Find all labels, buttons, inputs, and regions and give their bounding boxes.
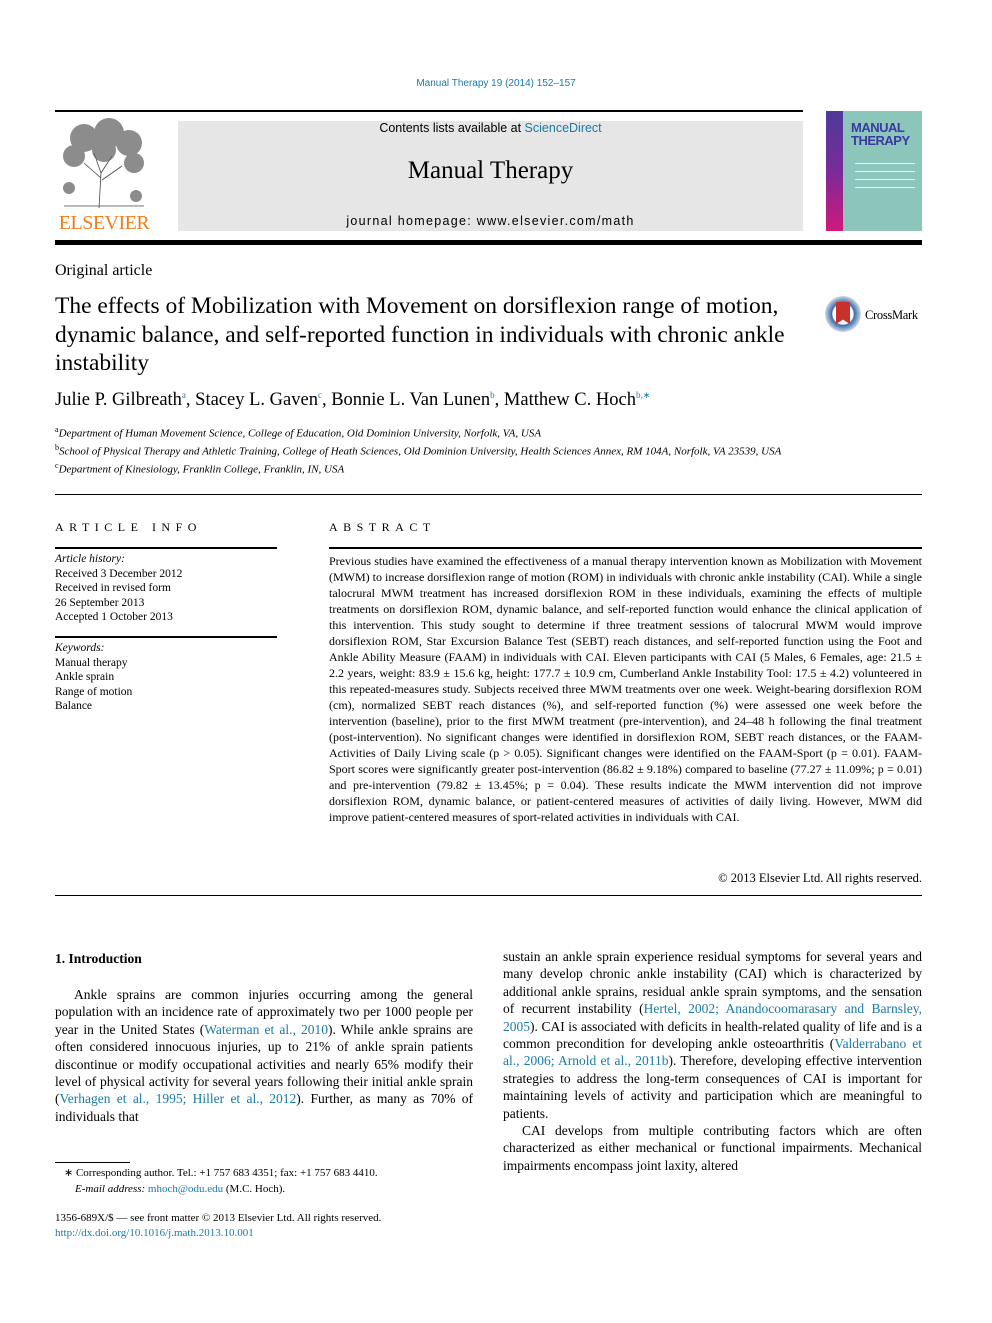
- journal-citation-link[interactable]: Manual Therapy 19 (2014) 152–157: [0, 78, 992, 89]
- elsevier-tree-icon: [54, 118, 154, 210]
- author-separator: ,: [185, 390, 196, 411]
- citation-link[interactable]: Verhagen et al., 1995; Hiller et al., 20…: [60, 1091, 297, 1106]
- paragraph: sustain an ankle sprain experience resid…: [503, 948, 922, 1122]
- cover-strip: [826, 111, 843, 231]
- author-list: Julie P. Gilbreatha, Stacey L. Gavenc, B…: [55, 390, 650, 411]
- contents-line: Contents lists available at ScienceDirec…: [178, 121, 803, 135]
- affiliation: aDepartment of Human Movement Science, C…: [55, 423, 815, 441]
- affiliations: aDepartment of Human Movement Science, C…: [55, 423, 815, 477]
- paragraph: CAI develops from multiple contributing …: [503, 1123, 922, 1173]
- cover-title-line: THERAPY: [851, 133, 910, 148]
- section-heading-introduction: 1. Introduction: [55, 951, 142, 966]
- keyword: Manual therapy: [55, 656, 128, 669]
- crossmark-label: CrossMark: [865, 308, 918, 322]
- abstract-heading: ABSTRACT: [329, 520, 436, 534]
- body-column-right: sustain an ankle sprain experience resid…: [503, 948, 922, 1174]
- author-name: Julie P. Gilbreath: [55, 390, 182, 411]
- affiliation: bSchool of Physical Therapy and Athletic…: [55, 441, 815, 459]
- author-name: Matthew C. Hoch: [503, 390, 636, 411]
- cover-line: [855, 187, 915, 188]
- affiliation-text: Department of Human Movement Science, Co…: [58, 427, 542, 440]
- keywords-label: Keywords:: [55, 642, 105, 654]
- affiliation-text: Department of Kinesiology, Franklin Coll…: [58, 463, 345, 476]
- email-link[interactable]: mhoch@odu.edu: [148, 1183, 223, 1195]
- issn-line: 1356-689X/$ — see front matter © 2013 El…: [55, 1212, 382, 1224]
- keyword: Ankle sprain: [55, 671, 115, 683]
- affiliation: cDepartment of Kinesiology, Franklin Col…: [55, 459, 815, 477]
- header-thick-rule: [55, 240, 922, 245]
- divider: [55, 636, 277, 638]
- journal-homepage-link[interactable]: journal homepage: www.elsevier.com/math: [178, 214, 803, 228]
- divider: [55, 547, 277, 549]
- history-item: Accepted 1 October 2013: [55, 611, 173, 623]
- footnote-line: E-mail address: mhoch@odu.edu (M.C. Hoch…: [55, 1181, 378, 1197]
- email-suffix: (M.C. Hoch).: [223, 1183, 286, 1195]
- history-label: Article history:: [55, 553, 125, 565]
- author-name: Stacey L. Gaven: [195, 390, 318, 411]
- abstract-copyright: © 2013 Elsevier Ltd. All rights reserved…: [718, 871, 922, 885]
- body-column-left: Ankle sprains are common injuries occurr…: [55, 986, 473, 1125]
- citation-link[interactable]: Waterman et al., 2010: [204, 1022, 328, 1037]
- keyword: Range of motion: [55, 685, 133, 698]
- cover-line: [855, 163, 915, 164]
- paragraph: Ankle sprains are common injuries occurr…: [55, 986, 473, 1125]
- history-item: 26 September 2013: [55, 596, 145, 609]
- doi-link[interactable]: http://dx.doi.org/10.1016/j.math.2013.10…: [55, 1226, 381, 1241]
- footnote-marker: ∗: [64, 1167, 74, 1179]
- elsevier-logo[interactable]: ELSEVIER: [52, 118, 156, 234]
- footnote-rule: [55, 1162, 130, 1163]
- keyword: Balance: [55, 700, 93, 712]
- author-affiliation-link[interactable]: b,∗: [636, 390, 650, 400]
- elsevier-wordmark: ELSEVIER: [58, 212, 150, 234]
- article-title: The effects of Mobilization with Movemen…: [55, 293, 785, 376]
- corresponding-author-footnote: ∗ Corresponding author. Tel.: +1 757 683…: [55, 1165, 378, 1197]
- history-item: Received 3 December 2012: [55, 567, 183, 580]
- email-label: E-mail address:: [75, 1183, 146, 1195]
- cover-title: MANUAL THERAPY: [851, 121, 910, 147]
- divider: [55, 494, 922, 495]
- article-type: Original article: [55, 262, 153, 279]
- journal-name: Manual Therapy: [407, 157, 574, 184]
- history-item: Received in revised form: [55, 582, 171, 594]
- divider: [329, 547, 922, 549]
- header-rule: [55, 110, 803, 112]
- article-history: Article history: Received 3 December 201…: [55, 552, 182, 625]
- author-name: Bonnie L. Van Lunen: [331, 390, 491, 411]
- cover-line: [855, 171, 915, 172]
- author-separator: ,: [494, 390, 504, 411]
- footnote-line: ∗ Corresponding author. Tel.: +1 757 683…: [55, 1165, 378, 1181]
- contents-prefix: Contents lists available at: [379, 121, 525, 135]
- journal-header-box: Contents lists available at ScienceDirec…: [178, 121, 803, 231]
- affiliation-text: School of Physical Therapy and Athletic …: [59, 445, 782, 458]
- footnote-text: Corresponding author. Tel.: +1 757 683 4…: [75, 1167, 378, 1179]
- author-separator: ,: [321, 390, 332, 411]
- cover-line: [855, 179, 915, 180]
- article-info-heading: ARTICLE INFO: [55, 520, 202, 534]
- keywords: Keywords: Manual therapy Ankle sprain Ra…: [55, 641, 132, 714]
- front-matter: 1356-689X/$ — see front matter © 2013 El…: [55, 1211, 381, 1241]
- sciencedirect-link[interactable]: ScienceDirect: [525, 121, 602, 135]
- abstract-text: Previous studies have examined the effec…: [329, 554, 922, 824]
- journal-cover-image[interactable]: MANUAL THERAPY: [826, 111, 922, 231]
- crossmark-button[interactable]: CrossMark: [825, 296, 925, 336]
- divider: [55, 895, 922, 896]
